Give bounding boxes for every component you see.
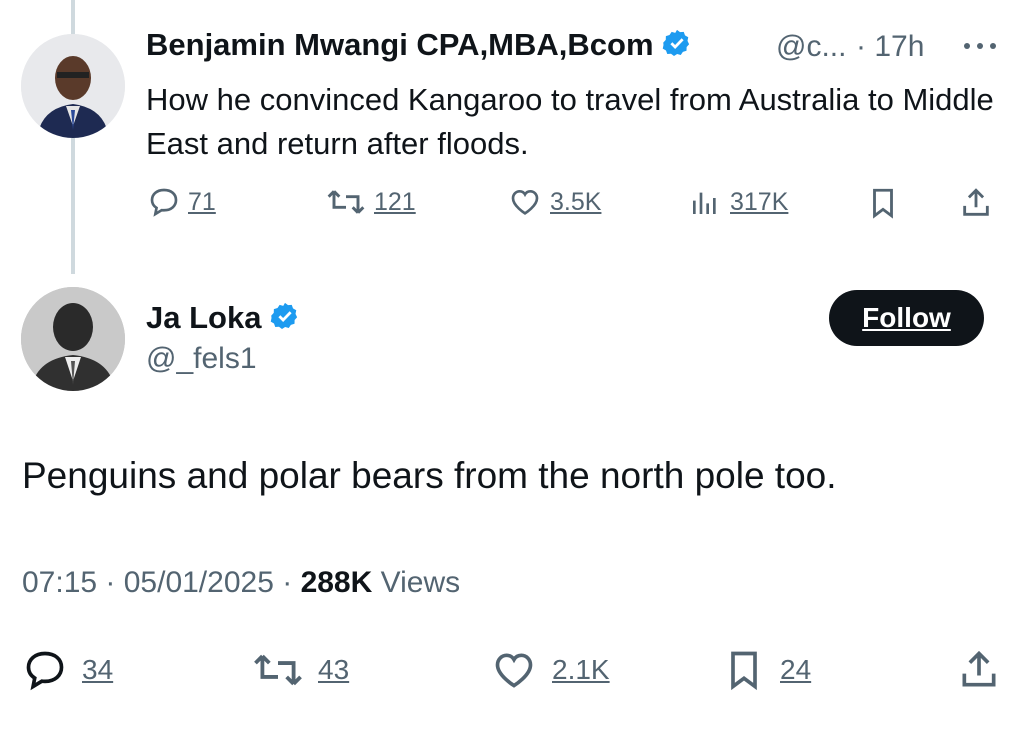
bookmark-button[interactable]	[866, 186, 900, 220]
bookmark-action[interactable]: 24	[722, 648, 811, 692]
repost-action[interactable]: 121	[326, 186, 416, 218]
like-count[interactable]: 3.5K	[550, 188, 601, 217]
repost-icon	[327, 190, 365, 214]
author-name[interactable]: Ja Loka	[146, 300, 300, 339]
tweet-meta: 07:15 · 05/01/2025 · 288K Views	[22, 566, 460, 600]
repost-action[interactable]: 43	[252, 648, 349, 692]
views-label: Views	[380, 566, 461, 599]
author-name-text[interactable]: Benjamin Mwangi CPA,MBA,Bcom	[146, 27, 654, 62]
author-handle[interactable]: @_fels1	[146, 342, 257, 376]
repost-count[interactable]: 121	[374, 188, 416, 217]
views-count[interactable]: 317K	[730, 188, 788, 217]
heart-icon	[511, 189, 539, 215]
like-action[interactable]: 2.1K	[490, 648, 610, 692]
views-count: 288K	[300, 566, 373, 599]
verified-badge-icon	[270, 301, 300, 339]
reply-action[interactable]: 34	[22, 648, 113, 692]
reply-action[interactable]: 71	[148, 186, 216, 218]
author-name-text[interactable]: Ja Loka	[146, 300, 261, 335]
bookmark-icon	[731, 651, 757, 691]
repost-icon	[254, 654, 302, 686]
like-count[interactable]: 2.1K	[552, 654, 610, 686]
reply-icon	[150, 188, 178, 217]
reply-count[interactable]: 71	[188, 188, 216, 217]
heart-icon	[495, 653, 533, 688]
post-time[interactable]: · 17h	[856, 30, 924, 64]
tweet-text: How he convinced Kangaroo to travel from…	[146, 82, 994, 161]
timestamp[interactable]: 07:15 · 05/01/2025 ·	[22, 566, 292, 599]
bookmark-count[interactable]: 24	[780, 654, 811, 686]
reply-icon	[26, 651, 64, 691]
author-handle[interactable]: @c...	[776, 30, 846, 64]
tweet-actions: 34 43 2.1K 24	[0, 648, 1024, 692]
reply-to-actions: 71 121 3.5K 317K	[0, 186, 1024, 226]
follow-button[interactable]: Follow	[829, 290, 984, 346]
avatar[interactable]	[21, 287, 125, 391]
avatar[interactable]	[21, 34, 125, 138]
more-options-icon[interactable]	[962, 38, 998, 56]
share-button[interactable]	[956, 648, 1002, 692]
analytics-icon	[693, 192, 716, 214]
bookmark-icon	[873, 188, 893, 219]
author-name[interactable]: Benjamin Mwangi CPA,MBA,Bcom	[146, 27, 692, 66]
verified-badge-icon	[662, 28, 692, 66]
share-icon	[963, 188, 989, 216]
reply-count[interactable]: 34	[82, 654, 113, 686]
repost-count[interactable]: 43	[318, 654, 349, 686]
tweet-text: Penguins and polar bears from the north …	[22, 455, 837, 496]
views-action[interactable]: 317K	[688, 186, 788, 218]
like-action[interactable]: 3.5K	[508, 186, 601, 218]
share-icon	[962, 650, 996, 687]
share-button[interactable]	[958, 186, 994, 220]
thread-line	[71, 0, 75, 36]
